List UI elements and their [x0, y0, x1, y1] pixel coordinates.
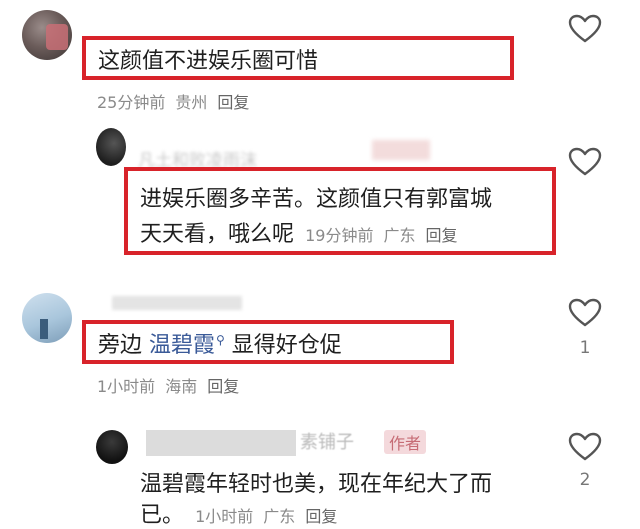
avatar[interactable]: [96, 128, 126, 166]
search-icon[interactable]: ⚲: [216, 333, 225, 347]
heart-outline-icon[interactable]: [568, 298, 602, 328]
username[interactable]: 素铺子: [300, 428, 354, 454]
comment-time: 25分钟前: [97, 93, 166, 112]
comment-text-line2: 已。 1小时前 广东 回复: [140, 503, 338, 528]
comment-location: 贵州: [175, 93, 208, 112]
avatar[interactable]: [96, 430, 128, 464]
redacted-badge: [372, 140, 430, 160]
heart-outline-icon[interactable]: [568, 147, 602, 177]
reply-button[interactable]: 回复: [217, 93, 249, 112]
comment-text: 旁边 温碧霞⚲ 显得好仓促: [98, 332, 342, 358]
comment-text: 进娱乐圈多辛苦。这颜值只有郭富城: [140, 187, 493, 212]
username-redacted: [146, 430, 296, 456]
comment-time: 19分钟前: [305, 226, 374, 245]
comment-time: 1小时前: [97, 377, 156, 396]
author-badge: 作者: [384, 430, 427, 454]
comment-text: 这颜值不进娱乐圈可惜: [98, 49, 319, 74]
heart-outline-icon[interactable]: [568, 14, 602, 44]
reply-button[interactable]: 回复: [426, 226, 458, 245]
username-redacted: [112, 296, 242, 310]
comment-meta: 25分钟前 贵州 回复: [97, 89, 259, 113]
reply-button[interactable]: 回复: [305, 507, 337, 526]
reply-button[interactable]: 回复: [207, 377, 239, 396]
comment-location: 广东: [383, 226, 416, 245]
comment-text-line2: 天天看，哦么呢 19分钟前 广东 回复: [140, 222, 458, 247]
comment-text: 温碧霞年轻时也美，现在年纪大了而: [140, 472, 493, 497]
avatar[interactable]: [22, 293, 72, 343]
comment-time: 1小时前: [195, 507, 254, 526]
avatar[interactable]: [22, 10, 72, 60]
search-link[interactable]: 温碧霞: [149, 333, 215, 358]
like-count: 1: [579, 338, 591, 358]
comment-location: 海南: [165, 377, 198, 396]
comment-meta: 1小时前 海南 回复: [97, 373, 249, 397]
comment-location: 广东: [263, 507, 296, 526]
like-count: 2: [579, 470, 591, 490]
heart-outline-icon[interactable]: [568, 432, 602, 462]
